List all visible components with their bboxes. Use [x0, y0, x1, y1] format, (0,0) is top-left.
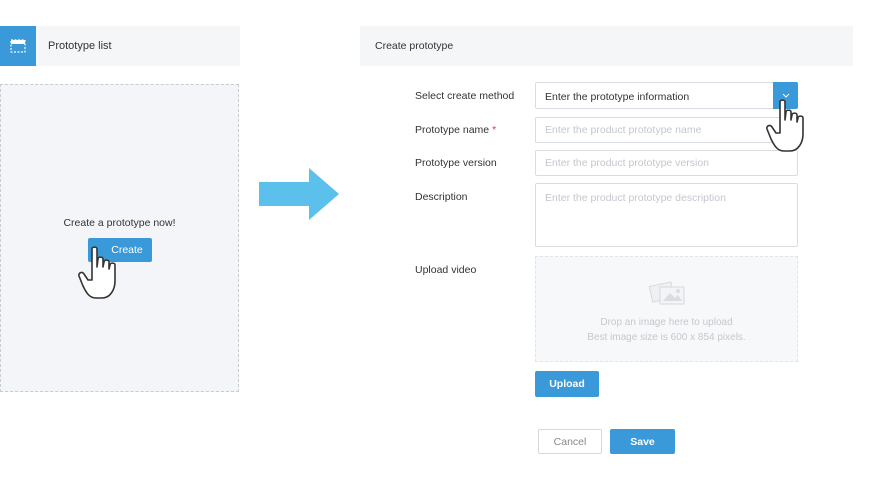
description-label: Description [415, 191, 468, 203]
upload-drop-zone[interactable]: Drop an image here to upload Best image … [535, 256, 798, 362]
pointer-hand-icon [766, 99, 804, 152]
description-textarea[interactable] [535, 183, 798, 247]
upload-video-label: Upload video [415, 264, 477, 276]
create-prototype-header: Create prototype [360, 26, 853, 66]
form-title: Create prototype [375, 40, 454, 52]
layout-icon[interactable] [0, 26, 36, 66]
name-label: Prototype name * [415, 124, 496, 136]
image-placeholder-icon [648, 281, 685, 305]
pointer-hand-icon [78, 246, 116, 299]
required-mark: * [492, 124, 497, 136]
upload-hint-primary: Drop an image here to upload [600, 317, 733, 328]
method-label: Select create method [415, 90, 515, 102]
save-button[interactable]: Save [610, 429, 675, 454]
prototype-list-header: Prototype list [0, 26, 240, 66]
prototype-list-empty-area: Create a prototype now! Create [0, 84, 239, 392]
upload-button[interactable]: Upload [535, 371, 599, 397]
cancel-button[interactable]: Cancel [538, 429, 602, 454]
arrow-right-icon [259, 168, 339, 220]
prototype-version-input[interactable] [535, 150, 798, 176]
empty-state-message: Create a prototype now! [63, 217, 176, 229]
prototype-name-input[interactable] [535, 117, 798, 143]
name-label-text: Prototype name [415, 124, 490, 136]
create-method-select[interactable]: Enter the prototype information [535, 82, 798, 109]
upload-hint-size: Best image size is 600 x 854 pixels. [587, 332, 746, 343]
prototype-list-title: Prototype list [48, 40, 112, 52]
create-method-value: Enter the prototype information [545, 91, 690, 103]
version-label: Prototype version [415, 157, 497, 169]
